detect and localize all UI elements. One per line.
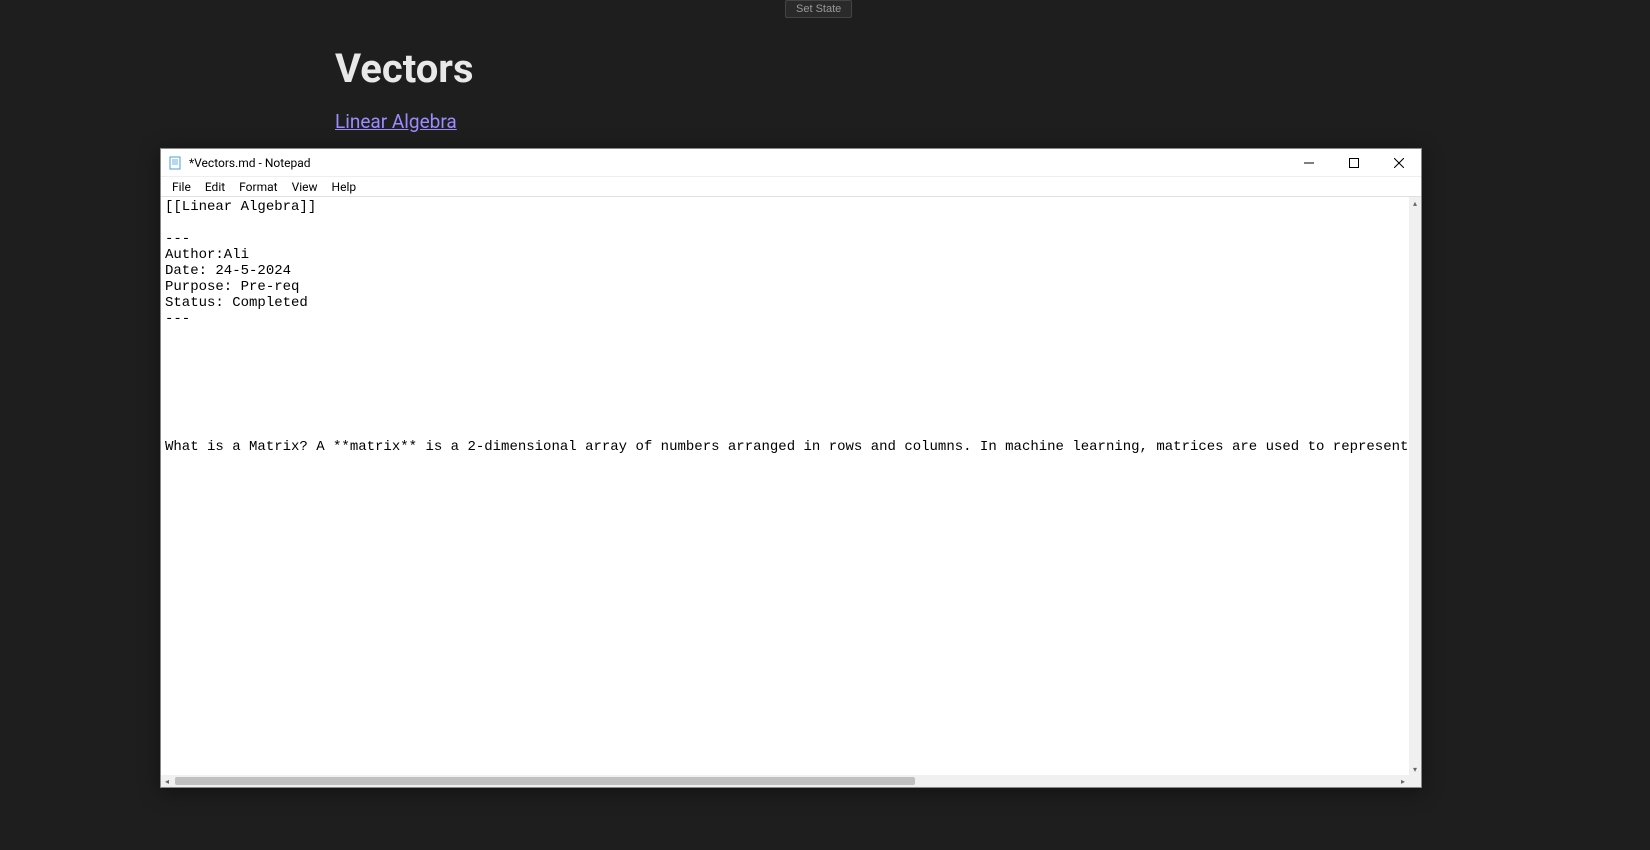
menu-help[interactable]: Help — [325, 178, 364, 196]
titlebar[interactable]: *Vectors.md - Notepad — [161, 149, 1421, 177]
horizontal-scroll-thumb[interactable] — [175, 777, 915, 785]
scroll-left-arrow-icon[interactable]: ◂ — [161, 775, 173, 787]
scroll-right-arrow-icon[interactable]: ▸ — [1397, 775, 1409, 787]
menu-view[interactable]: View — [285, 178, 325, 196]
scroll-down-arrow-icon[interactable]: ▾ — [1409, 763, 1421, 775]
page-title: Vectors — [335, 45, 474, 92]
linear-algebra-link[interactable]: Linear Algebra — [335, 110, 457, 133]
notepad-icon — [167, 155, 183, 171]
text-editor[interactable]: [[Linear Algebra]] --- Author:Ali Date: … — [161, 197, 1409, 775]
vertical-scrollbar[interactable]: ▴ ▾ — [1409, 197, 1421, 775]
menu-file[interactable]: File — [165, 178, 198, 196]
menu-edit[interactable]: Edit — [198, 178, 232, 196]
scroll-up-arrow-icon[interactable]: ▴ — [1409, 197, 1421, 209]
window-title: *Vectors.md - Notepad — [189, 156, 1286, 170]
scroll-corner — [1409, 775, 1421, 787]
minimize-button[interactable] — [1286, 149, 1331, 177]
menu-format[interactable]: Format — [232, 178, 284, 196]
notepad-window: *Vectors.md - Notepad File Edit Format V… — [160, 148, 1422, 788]
close-button[interactable] — [1376, 149, 1421, 177]
horizontal-scrollbar[interactable]: ◂ ▸ — [161, 775, 1409, 787]
window-controls — [1286, 149, 1421, 177]
menubar: File Edit Format View Help — [161, 177, 1421, 197]
text-area-wrapper: [[Linear Algebra]] --- Author:Ali Date: … — [161, 197, 1421, 787]
maximize-button[interactable] — [1331, 149, 1376, 177]
set-state-button[interactable]: Set State — [785, 0, 852, 18]
background-page: Vectors Linear Algebra — [335, 45, 474, 133]
